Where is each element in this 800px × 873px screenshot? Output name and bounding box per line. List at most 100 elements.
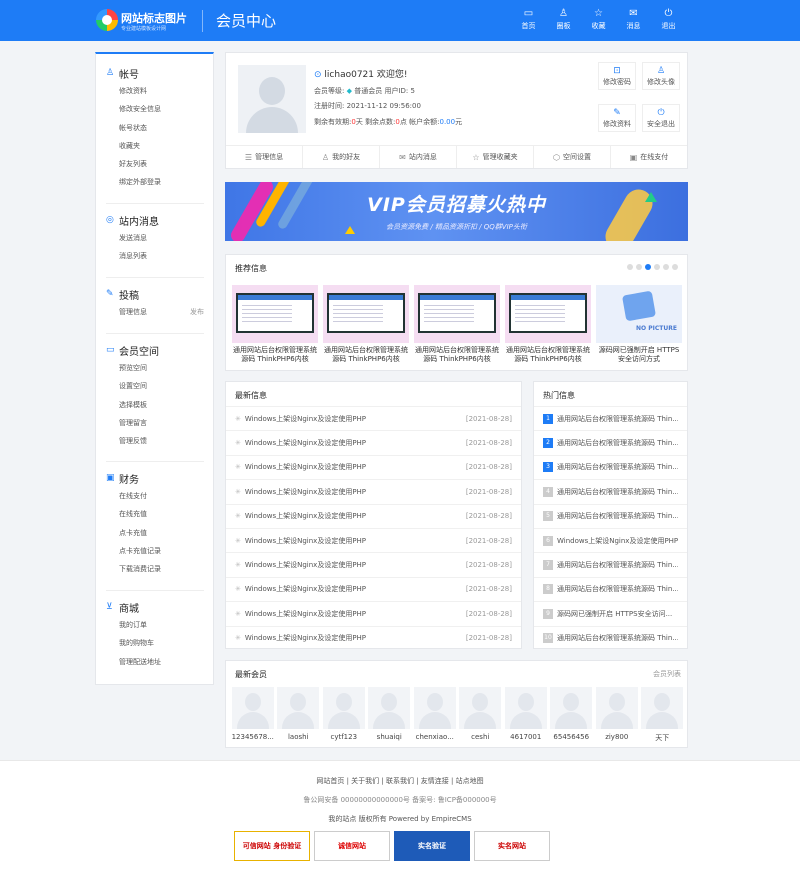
sidebar-item-favorites[interactable]: 收藏夹 bbox=[106, 137, 204, 155]
member-list-link[interactable]: 会员列表 bbox=[653, 669, 681, 679]
sidebar-group-title: ▣ 财务 bbox=[106, 473, 139, 486]
member-item[interactable]: ceshi bbox=[458, 687, 504, 743]
list-item[interactable]: 10 通用网站后台权限管理系统源码 Thin... bbox=[534, 625, 687, 650]
avatar bbox=[368, 687, 411, 729]
nav-circle[interactable]: ♙ 圈板 bbox=[546, 8, 581, 31]
publish-link[interactable]: 发布 bbox=[190, 303, 204, 321]
bullet-icon: ✳ bbox=[235, 585, 241, 594]
safe-logout-button[interactable]: ⏻ 安全退出 bbox=[642, 104, 680, 132]
list-item[interactable]: ✳ Windows上架设Nginx及设定使用PHP [2021-08-28] bbox=[226, 479, 521, 503]
nav-logout[interactable]: ⏻ 退出 bbox=[651, 8, 686, 31]
cart-icon: ⊻ bbox=[106, 602, 113, 612]
sidebar-item-my-orders[interactable]: 我的订单 bbox=[106, 616, 204, 634]
member-item[interactable]: chenxiao... bbox=[412, 687, 458, 743]
sidebar-item-preview-space[interactable]: 预览空间 bbox=[106, 359, 204, 377]
list-item[interactable]: 8 通用网站后台权限管理系统源码 Thin... bbox=[534, 576, 687, 601]
tab-manage-info[interactable]: ☰ 管理信息 bbox=[226, 146, 303, 168]
list-item[interactable]: ✳ Windows上架设Nginx及设定使用PHP [2021-08-28] bbox=[226, 576, 521, 601]
recommend-item[interactable]: 通用网站后台权限管理系统源码 ThinkPHP6内核 bbox=[323, 285, 409, 364]
list-item[interactable]: 7 通用网站后台权限管理系统源码 Thin... bbox=[534, 552, 687, 576]
carousel-dot[interactable] bbox=[672, 264, 678, 270]
sidebar-item-card-recharge-log[interactable]: 点卡充值记录 bbox=[106, 542, 204, 560]
list-item[interactable]: ✳ Windows上架设Nginx及设定使用PHP [2021-08-28] bbox=[226, 503, 521, 528]
list-item[interactable]: 2 通用网站后台权限管理系统源码 Thin... bbox=[534, 430, 687, 454]
laptop-screen-image bbox=[418, 293, 496, 333]
list-item[interactable]: ✳ Windows上架设Nginx及设定使用PHP [2021-08-28] bbox=[226, 527, 521, 552]
tab-my-friends[interactable]: ♙ 我的好友 bbox=[303, 146, 380, 168]
list-item[interactable]: ✳ Windows上架设Nginx及设定使用PHP [2021-08-28] bbox=[226, 625, 521, 650]
avatar[interactable] bbox=[238, 65, 306, 133]
recommend-item[interactable]: 通用网站后台权限管理系统源码 ThinkPHP6内核 bbox=[232, 285, 318, 364]
tab-online-pay[interactable]: ▣ 在线支付 bbox=[611, 146, 687, 168]
member-item[interactable]: shuaiqi bbox=[367, 687, 413, 743]
sidebar-item-card-recharge[interactable]: 点卡充值 bbox=[106, 524, 204, 542]
sidebar-item-download-log[interactable]: 下载消费记录 bbox=[106, 560, 204, 578]
recommend-item[interactable]: NO PICTURE 源码网已强制开启 HTTPS安全访问方式 bbox=[596, 285, 682, 364]
sidebar-item-online-recharge[interactable]: 在线充值 bbox=[106, 505, 204, 523]
tab-favorites[interactable]: ☆ 管理收藏夹 bbox=[457, 146, 534, 168]
list-item[interactable]: 9 源码网已强制开启 HTTPS安全访问... bbox=[534, 601, 687, 625]
site-logo-icon[interactable] bbox=[96, 9, 118, 31]
list-item[interactable]: ✳ Windows上架设Nginx及设定使用PHP [2021-08-28] bbox=[226, 430, 521, 454]
sidebar-group-title: ✎ 投稿 bbox=[106, 289, 139, 302]
member-item[interactable]: 65456456 bbox=[549, 687, 595, 743]
trust-badge[interactable]: 实名网站 bbox=[474, 831, 550, 861]
sidebar-item-friends[interactable]: 好友列表 bbox=[106, 155, 204, 173]
sidebar-item-manage-comments[interactable]: 管理留言 bbox=[106, 414, 204, 432]
sidebar-item-manage-info[interactable]: 管理信息 发布 bbox=[106, 303, 204, 321]
sidebar-item-my-cart[interactable]: 我的购物车 bbox=[106, 634, 204, 652]
sidebar-item-external-login[interactable]: 绑定外部登录 bbox=[106, 173, 204, 191]
sidebar-item-address[interactable]: 管理配送地址 bbox=[106, 653, 204, 671]
member-item[interactable]: ziy800 bbox=[594, 687, 640, 743]
wallet-icon: ▣ bbox=[629, 152, 638, 162]
trust-badge[interactable]: 诚信网站 bbox=[314, 831, 390, 861]
member-item[interactable]: cytf123 bbox=[321, 687, 367, 743]
edit-profile-button[interactable]: ✎ 修改资料 bbox=[598, 104, 636, 132]
list-item[interactable]: 6 Windows上架设Nginx及设定使用PHP bbox=[534, 527, 687, 552]
list-item[interactable]: ✳ Windows上架设Nginx及设定使用PHP [2021-08-28] bbox=[226, 552, 521, 576]
tab-messages[interactable]: ✉ 站内消息 bbox=[380, 146, 457, 168]
member-item[interactable]: laoshi bbox=[276, 687, 322, 743]
sidebar-item-edit-security[interactable]: 修改安全信息 bbox=[106, 100, 204, 118]
site-name[interactable]: 网站标志图片 bbox=[121, 10, 187, 26]
list-item[interactable]: ✳ Windows上架设Nginx及设定使用PHP [2021-08-28] bbox=[226, 406, 521, 430]
trust-badge[interactable]: 可信网站 身份验证 bbox=[234, 831, 310, 861]
sidebar-item-message-list[interactable]: 消息列表 bbox=[106, 247, 204, 265]
tab-space-settings[interactable]: ⬡ 空间设置 bbox=[534, 146, 611, 168]
sidebar-item-edit-profile[interactable]: 修改资料 bbox=[106, 82, 204, 100]
list-item[interactable]: 1 通用网站后台权限管理系统源码 Thin... bbox=[534, 406, 687, 430]
change-password-button[interactable]: ⊡ 修改密码 bbox=[598, 62, 636, 90]
vip-banner[interactable]: VIP会员招募火热中 会员资源免费 / 精品资源折扣 / QQ群VIP头衔 bbox=[225, 182, 688, 241]
list-item[interactable]: ✳ Windows上架设Nginx及设定使用PHP [2021-08-28] bbox=[226, 601, 521, 625]
carousel-dot[interactable] bbox=[663, 264, 669, 270]
sidebar-item-manage-feedback[interactable]: 管理反馈 bbox=[106, 432, 204, 450]
carousel-dot-active[interactable] bbox=[645, 264, 651, 270]
sidebar-item-send-message[interactable]: 发送消息 bbox=[106, 229, 204, 247]
recommend-item[interactable]: 通用网站后台权限管理系统源码 ThinkPHP6内核 bbox=[505, 285, 591, 364]
change-avatar-button[interactable]: ♙ 修改头像 bbox=[642, 62, 680, 90]
trust-badge[interactable]: 实名验证 bbox=[394, 831, 470, 861]
nav-favorites[interactable]: ☆ 收藏 bbox=[581, 8, 616, 31]
sidebar-item-online-pay[interactable]: 在线支付 bbox=[106, 487, 204, 505]
carousel-dot[interactable] bbox=[627, 264, 633, 270]
carousel-dot[interactable] bbox=[636, 264, 642, 270]
sidebar-divider bbox=[106, 590, 204, 591]
member-item[interactable]: 12345678... bbox=[230, 687, 276, 743]
sidebar-item-set-space[interactable]: 设置空间 bbox=[106, 377, 204, 395]
recommend-item[interactable]: 通用网站后台权限管理系统源码 ThinkPHP6内核 bbox=[414, 285, 500, 364]
list-item[interactable]: 5 通用网站后台权限管理系统源码 Thin... bbox=[534, 503, 687, 528]
user-id: 5 bbox=[410, 87, 415, 95]
list-item[interactable]: ✳ Windows上架设Nginx及设定使用PHP [2021-08-28] bbox=[226, 454, 521, 479]
footer-links[interactable]: 网站首页 | 关于我们 | 联系我们 | 友情连接 | 站点地图 bbox=[0, 776, 800, 786]
member-item[interactable]: 4617001 bbox=[503, 687, 549, 743]
sidebar-item-choose-template[interactable]: 选择模板 bbox=[106, 396, 204, 414]
no-picture-thumbnail: NO PICTURE bbox=[596, 285, 682, 343]
nav-home[interactable]: ▭ 首页 bbox=[511, 8, 546, 31]
nav-messages[interactable]: ✉ 消息 bbox=[616, 8, 651, 31]
member-item[interactable]: 天下 bbox=[640, 687, 686, 743]
list-item[interactable]: 4 通用网站后台权限管理系统源码 Thin... bbox=[534, 479, 687, 503]
avatar bbox=[459, 687, 502, 729]
list-item[interactable]: 3 通用网站后台权限管理系统源码 Thin... bbox=[534, 454, 687, 479]
sidebar-item-account-status[interactable]: 帐号状态 bbox=[106, 119, 204, 137]
carousel-dot[interactable] bbox=[654, 264, 660, 270]
